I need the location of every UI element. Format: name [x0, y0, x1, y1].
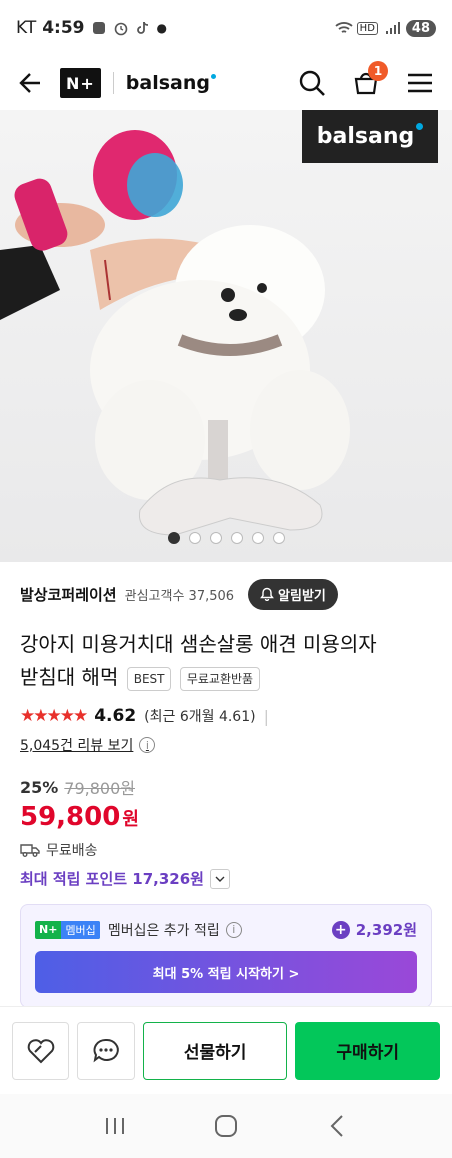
cart-count-badge: 1	[368, 61, 388, 81]
np-badge-text: N+	[39, 923, 58, 936]
menu-icon	[408, 73, 432, 93]
bottom-action-bar: 선물하기 구매하기	[0, 1006, 452, 1094]
rating-value: 4.62	[94, 706, 137, 726]
notification-icon	[91, 20, 107, 36]
free-return-tag: 무료교환반품	[179, 666, 261, 691]
rating-recent: (최근 6개월 4.61)	[144, 709, 256, 725]
title-line-1: 강아지 미용거치대 샘손살롱 애견 미용의자	[20, 632, 377, 656]
product-title: 강아지 미용거치대 샘손살롱 애견 미용의자 받침대 해먹 BEST 무료교환반…	[20, 628, 432, 694]
ms-badge-text: 멤버십	[61, 920, 100, 939]
brand-badge-dot	[416, 123, 424, 130]
back-button[interactable]	[14, 66, 48, 100]
back-chevron-icon	[330, 1115, 343, 1137]
hd-icon: HD	[356, 21, 378, 35]
alarm-label: 알림받기	[278, 588, 326, 604]
seller-row: 발상코퍼레이션 관심고객수 37,506 알림받기	[20, 578, 432, 610]
status-bar: KT 4:59 ● HD 48	[0, 0, 452, 56]
carousel-dot[interactable]	[251, 532, 264, 544]
rating-divider: |	[263, 706, 269, 726]
max-points-text: 최대 적립 포인트 17,326원	[20, 870, 204, 888]
tiktok-icon	[135, 20, 151, 36]
cart-button[interactable]: 1	[348, 61, 388, 101]
price-unit: 원	[122, 809, 139, 830]
sale-price: 59,800	[20, 802, 121, 832]
title-line-2: 받침대 해먹	[20, 665, 119, 689]
product-photo	[0, 130, 350, 536]
rating-row: ★★★★★ 4.62 (최근 6개월 4.61) |	[20, 706, 269, 726]
points-row[interactable]: 최대 적립 포인트 17,326원	[20, 868, 230, 889]
wishlist-button[interactable]	[12, 1021, 70, 1080]
carousel-dot[interactable]	[209, 532, 222, 544]
home-button[interactable]	[206, 1106, 246, 1146]
membership-box: N+ 멤버십 멤버십은 추가 적립 i + 2,392원 최대 5% 적립 시작…	[20, 904, 432, 1008]
carousel-dot[interactable]	[167, 532, 180, 544]
follower-count: 관심고객수 37,506	[124, 588, 235, 604]
nplus-membership-badge: N+ 멤버십	[35, 920, 100, 939]
battery-level: 48	[405, 19, 436, 37]
system-nav-bar	[0, 1094, 452, 1158]
chevron-down-icon[interactable]	[209, 868, 230, 889]
discount-rate: 25%	[20, 777, 59, 797]
carrier-text: KT	[16, 18, 37, 38]
original-price: 79,800원	[64, 779, 136, 798]
carousel-dot[interactable]	[188, 532, 201, 544]
shipping-text: 무료배송	[46, 843, 98, 859]
membership-text: 멤버십은 추가 적립	[107, 922, 220, 939]
menu-button[interactable]	[402, 65, 438, 101]
info-icon[interactable]: i	[139, 737, 156, 753]
gift-button[interactable]: 선물하기	[142, 1021, 288, 1080]
signal-icon	[384, 20, 400, 36]
nplus-logo[interactable]: N+	[60, 68, 101, 98]
title-line-2-row: 받침대 해먹 BEST 무료교환반품	[20, 661, 432, 694]
discount-row: 25% 79,800원	[20, 775, 135, 799]
search-icon	[299, 70, 325, 96]
plus-icon: +	[331, 920, 350, 939]
shipping-row: 무료배송	[20, 840, 98, 860]
brand-badge-text: balsang	[316, 124, 415, 149]
more-dot-icon: ●	[156, 21, 167, 35]
heart-icon	[27, 1038, 55, 1063]
recent-apps-button[interactable]	[95, 1106, 135, 1146]
start-membership-button[interactable]: 최대 5% 적립 시작하기 >	[35, 951, 417, 993]
brand-badge: balsang	[302, 110, 438, 163]
talk-button[interactable]	[77, 1021, 135, 1080]
review-link[interactable]: 5,045건 리뷰 보기 i	[20, 735, 156, 755]
membership-points-value: 2,392원	[355, 921, 417, 939]
best-tag: BEST	[126, 666, 172, 691]
time-text: 4:59	[42, 18, 85, 38]
recent-apps-icon	[106, 1118, 125, 1134]
chat-icon	[93, 1038, 119, 1062]
carousel-dot[interactable]	[272, 532, 285, 544]
wifi-icon	[335, 20, 353, 36]
membership-points: + 2,392원	[331, 919, 417, 940]
price-row: 59,800 원	[20, 802, 139, 832]
brand-logo[interactable]: balsang	[126, 72, 216, 94]
brand-name: balsang	[125, 72, 210, 94]
carousel-indicators	[0, 532, 452, 544]
carousel-dot[interactable]	[230, 532, 243, 544]
header-divider	[112, 72, 114, 94]
bell-icon	[260, 587, 274, 601]
star-rating-icon: ★★★★★	[20, 706, 88, 726]
search-button[interactable]	[294, 65, 330, 101]
buy-button[interactable]: 구매하기	[295, 1021, 440, 1080]
brand-dot	[211, 74, 216, 79]
truck-icon	[20, 844, 40, 857]
info-icon[interactable]: i	[225, 921, 242, 938]
alarm-icon	[113, 20, 129, 36]
alarm-button[interactable]: 알림받기	[248, 578, 338, 610]
home-icon	[214, 1115, 237, 1137]
system-back-button[interactable]	[317, 1106, 357, 1146]
seller-name[interactable]: 발상코퍼레이션	[20, 584, 117, 605]
review-link-text: 5,045건 리뷰 보기	[20, 738, 134, 754]
back-arrow-icon	[19, 73, 40, 93]
app-header: N+ balsang 1	[0, 56, 452, 110]
product-image-carousel[interactable]: balsang	[0, 110, 452, 562]
